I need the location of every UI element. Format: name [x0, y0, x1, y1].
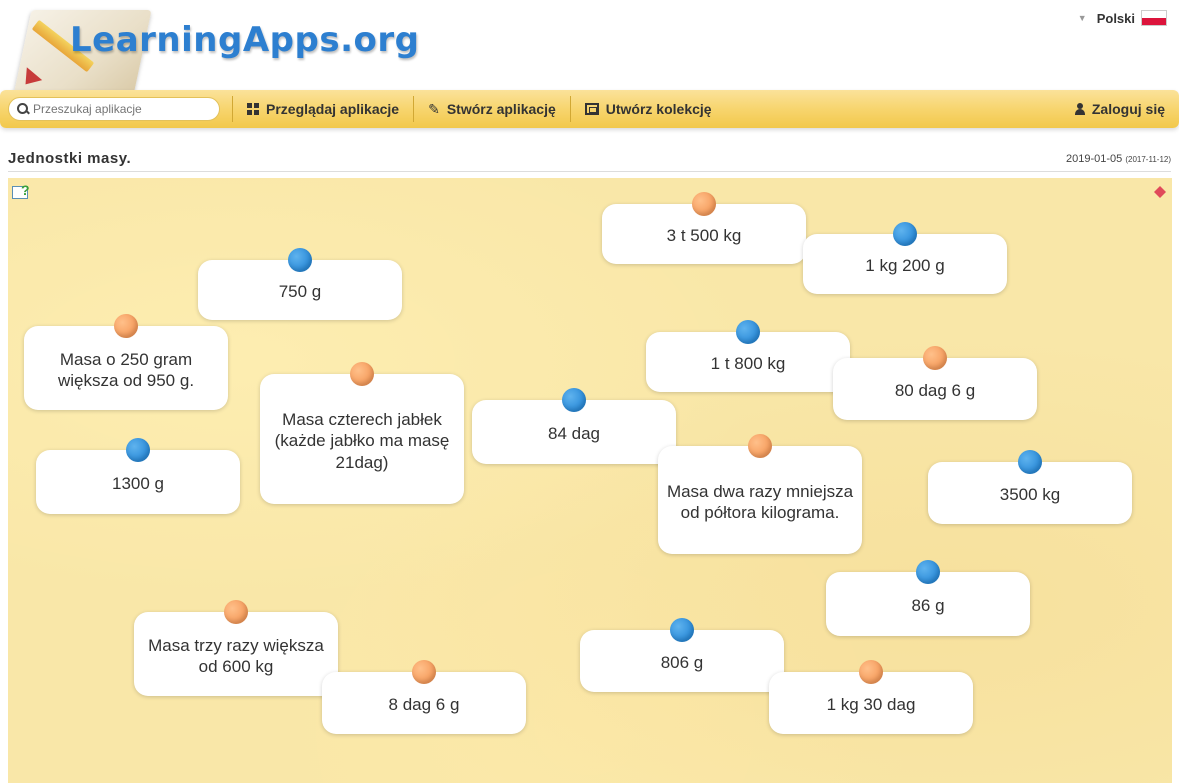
orange-pin-icon [224, 600, 248, 624]
blue-pin-icon [736, 320, 760, 344]
main-navbar: Przeglądaj aplikacje ✎ Stwórz aplikację … [0, 90, 1179, 128]
orange-pin-icon [923, 346, 947, 370]
orange-pin-icon [748, 434, 772, 458]
page-title: Jednostki masy. [8, 150, 132, 167]
blue-pin-icon [670, 618, 694, 642]
login-label: Zaloguj się [1091, 101, 1165, 117]
card-3500kg[interactable]: 3500 kg [928, 450, 1132, 524]
logo[interactable]: LearningApps.org [0, 0, 420, 100]
card-text: 84 dag [548, 424, 600, 444]
card-text: 80 dag 6 g [894, 381, 976, 401]
card-80dag6g[interactable]: 80 dag 6 g [833, 346, 1037, 420]
search-input[interactable] [33, 102, 208, 116]
browse-apps-label: Przeglądaj aplikacje [266, 101, 400, 117]
grid-icon [247, 103, 259, 115]
blue-pin-icon [916, 560, 940, 584]
caret-down-icon: ▼ [1077, 13, 1087, 23]
blue-pin-icon [893, 222, 917, 246]
card-8dag6g[interactable]: 8 dag 6 g [322, 660, 526, 734]
card-masa-dwa-razy[interactable]: Masa dwa razy mniejsza od półtora kilogr… [658, 434, 862, 554]
orange-pin-icon [859, 660, 883, 684]
collection-icon [584, 103, 599, 115]
card-text: Masa o 250 gram większa od 950 g. [57, 349, 195, 390]
card-1kg30dag[interactable]: 1 kg 30 dag [769, 660, 973, 734]
card-masa-czterech-jablek[interactable]: Masa czterech jabłek (każde jabłko ma ma… [260, 362, 464, 504]
card-text: 3 t 500 kg [666, 226, 742, 246]
card-1kg200g[interactable]: 1 kg 200 g [803, 222, 1007, 294]
card-1t800kg[interactable]: 1 t 800 kg [646, 320, 850, 392]
card-text: Masa trzy razy większa od 600 kg [148, 635, 324, 676]
search-box[interactable] [8, 97, 220, 121]
orange-pin-icon [412, 660, 436, 684]
fullscreen-icon[interactable] [1154, 186, 1166, 198]
title-row: Jednostki masy. 2019-01-05 (2017-11-12) [8, 146, 1171, 172]
pencil-icon: ✎ [428, 100, 440, 117]
card-text: 1300 g [112, 474, 164, 494]
card-1300g[interactable]: 1300 g [36, 438, 240, 514]
card-750g[interactable]: 750 g [198, 248, 402, 320]
orange-pin-icon [692, 192, 716, 216]
card-84dag[interactable]: 84 dag [472, 388, 676, 464]
card-text: 1 kg 200 g [865, 256, 945, 276]
blue-pin-icon [288, 248, 312, 272]
app-board: ? 3 t 500 kg 1 kg 200 g 750 g Masa o 250… [8, 178, 1172, 783]
language-label: Polski [1096, 10, 1135, 26]
user-icon [1074, 103, 1085, 115]
create-app-link[interactable]: ✎ Stwórz aplikację [414, 96, 570, 122]
card-806g[interactable]: 806 g [580, 618, 784, 692]
card-text: 1 t 800 kg [710, 354, 786, 374]
login-link[interactable]: Zaloguj się [1061, 96, 1179, 122]
card-text: 3500 kg [999, 485, 1061, 505]
date-info: 2019-01-05 (2017-11-12) [1066, 153, 1171, 165]
create-collection-link[interactable]: Utwórz kolekcję [571, 96, 726, 122]
card-text: Masa dwa razy mniejsza od półtora kilogr… [666, 481, 854, 522]
created-date: (2017-11-12) [1125, 154, 1171, 164]
card-text: 86 g [911, 596, 945, 616]
create-app-label: Stwórz aplikację [446, 101, 556, 117]
card-3t500kg[interactable]: 3 t 500 kg [602, 192, 806, 264]
polish-flag-icon [1141, 10, 1167, 26]
create-collection-label: Utwórz kolekcję [605, 101, 712, 117]
browse-apps-link[interactable]: Przeglądaj aplikacje [233, 96, 413, 122]
orange-pin-icon [114, 314, 138, 338]
language-selector[interactable]: ▼ Polski [1078, 10, 1167, 26]
card-masa-250-gram[interactable]: Masa o 250 gram większa od 950 g. [24, 314, 228, 410]
card-text: Masa czterech jabłek (każde jabłko ma ma… [274, 410, 450, 472]
logo-text: LearningApps.org [70, 20, 420, 60]
modified-date: 2019-01-05 [1066, 152, 1123, 165]
card-masa-trzy-razy[interactable]: Masa trzy razy większa od 600 kg [134, 600, 338, 696]
card-86g[interactable]: 86 g [826, 560, 1030, 636]
blue-pin-icon [126, 438, 150, 462]
card-text: 8 dag 6 g [388, 695, 460, 715]
blue-pin-icon [562, 388, 586, 412]
blue-pin-icon [1018, 450, 1042, 474]
search-icon [17, 103, 29, 115]
card-text: 1 kg 30 dag [826, 695, 916, 715]
card-text: 750 g [278, 282, 322, 302]
help-icon[interactable]: ? [12, 182, 34, 202]
card-text: 806 g [660, 653, 704, 673]
orange-pin-icon [350, 362, 374, 386]
